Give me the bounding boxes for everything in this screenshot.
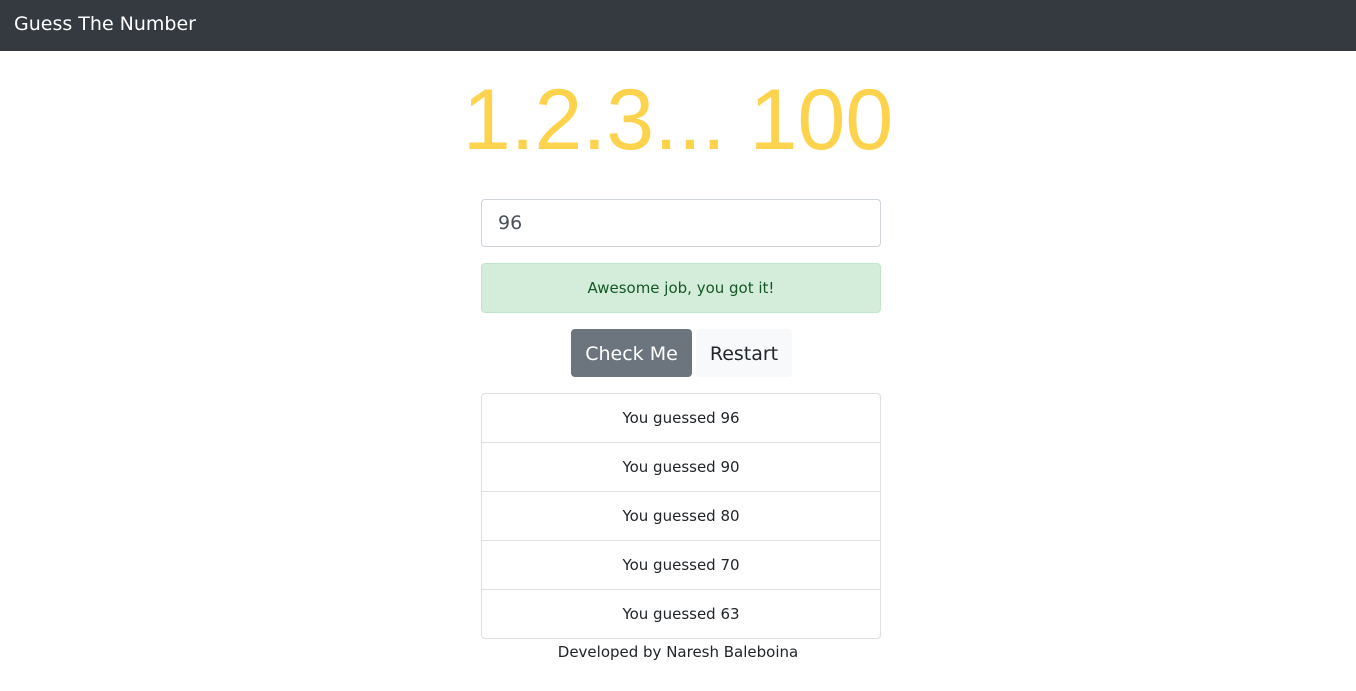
list-item: You guessed 96 [482,394,880,443]
list-item: You guessed 90 [482,443,880,492]
check-me-button[interactable]: Check Me [571,329,692,377]
guess-input[interactable] [481,199,881,247]
footer-credit: Developed by Naresh Baleboina [557,643,799,661]
page-title: 1.2.3... 100 [462,72,894,168]
guess-history-list: You guessed 96 You guessed 90 You guesse… [481,393,881,639]
navbar-brand[interactable]: Guess The Number [14,12,196,36]
list-item: You guessed 70 [482,541,880,590]
list-item: You guessed 80 [482,492,880,541]
result-alert: Awesome job, you got it! [481,263,881,313]
restart-button[interactable]: Restart [696,329,792,377]
list-item: You guessed 63 [622,605,740,623]
top-navbar: Guess The Number [0,0,1356,51]
